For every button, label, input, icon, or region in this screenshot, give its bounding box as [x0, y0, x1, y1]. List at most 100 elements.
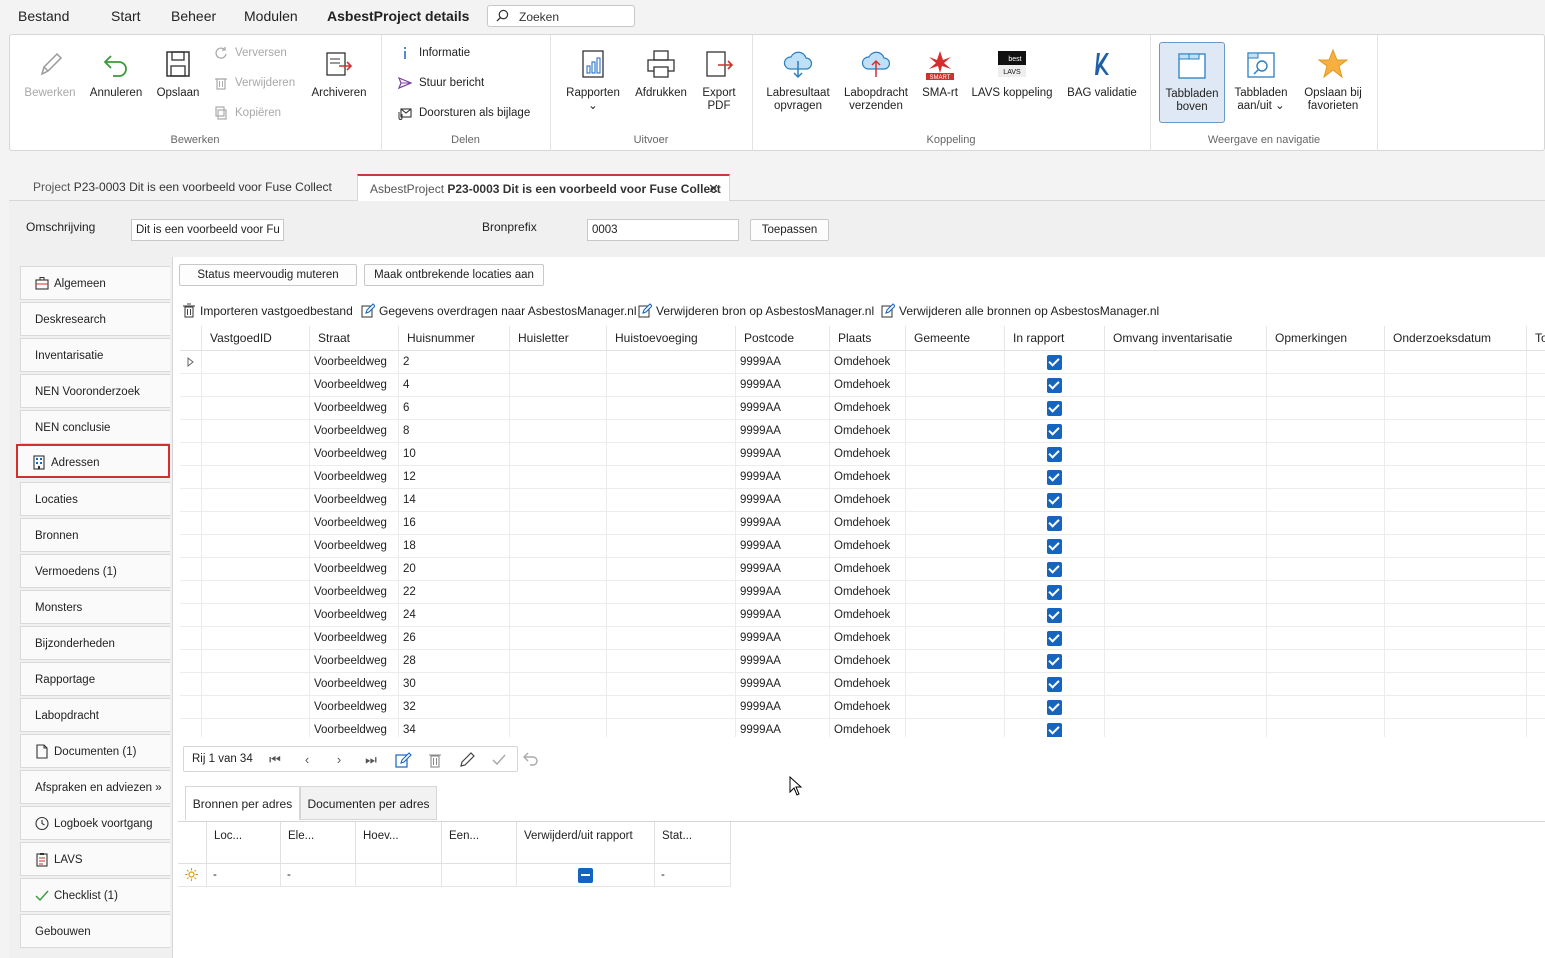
table-cell[interactable]: [202, 719, 310, 737]
checkmark-icon[interactable]: [490, 751, 508, 769]
column-header[interactable]: VastgoedID: [202, 326, 310, 351]
table-cell[interactable]: [906, 420, 1005, 443]
table-cell[interactable]: [906, 535, 1005, 558]
table-cell[interactable]: [510, 558, 607, 581]
table-row[interactable]: Voorbeeldweg 18 9999AA Omdehoek: [180, 535, 1545, 558]
table-cell[interactable]: [607, 719, 736, 737]
table-cell[interactable]: Omdehoek: [830, 581, 906, 604]
row-indicator[interactable]: [180, 673, 202, 696]
table-cell[interactable]: Omdehoek: [830, 374, 906, 397]
table-cell[interactable]: [1105, 466, 1267, 489]
table-cell[interactable]: 2: [399, 351, 510, 374]
table-cell[interactable]: [906, 719, 1005, 737]
nav-item-afspraken-en-adviezen[interactable]: Afspraken en adviezen »: [20, 770, 170, 804]
table-cell[interactable]: Omdehoek: [830, 627, 906, 650]
table-cell[interactable]: [1527, 420, 1545, 443]
table-cell[interactable]: [906, 627, 1005, 650]
in-rapport-checkbox[interactable]: [1047, 585, 1062, 600]
table-cell[interactable]: Voorbeeldweg: [310, 397, 399, 420]
nav-item-bronnen[interactable]: Bronnen: [20, 518, 170, 552]
column-header[interactable]: Omvang inventarisatie: [1105, 326, 1267, 351]
in-rapport-checkbox[interactable]: [1047, 355, 1062, 370]
table-cell[interactable]: -: [655, 864, 731, 887]
table-cell[interactable]: [510, 420, 607, 443]
column-header[interactable]: Plaats: [830, 326, 906, 351]
table-cell[interactable]: 9999AA: [736, 558, 830, 581]
table-cell[interactable]: 9999AA: [736, 420, 830, 443]
table-cell[interactable]: 18: [399, 535, 510, 558]
tab-project[interactable]: Project P23-0003 Dit is een voorbeeld vo…: [20, 174, 350, 201]
table-cell[interactable]: [1105, 512, 1267, 535]
table-cell[interactable]: [1005, 558, 1105, 581]
row-indicator[interactable]: [180, 512, 202, 535]
nav-item-gebouwen[interactable]: Gebouwen: [20, 914, 170, 948]
table-cell[interactable]: [607, 374, 736, 397]
table-cell[interactable]: [1385, 443, 1527, 466]
table-cell[interactable]: 9999AA: [736, 535, 830, 558]
table-cell[interactable]: Omdehoek: [830, 443, 906, 466]
in-rapport-checkbox[interactable]: [1047, 631, 1062, 646]
table-cell[interactable]: Omdehoek: [830, 558, 906, 581]
table-cell[interactable]: [510, 374, 607, 397]
nav-item-rapportage[interactable]: Rapportage: [20, 662, 170, 696]
table-cell[interactable]: [510, 627, 607, 650]
table-cell[interactable]: [510, 397, 607, 420]
table-cell[interactable]: [607, 627, 736, 650]
table-cell[interactable]: 9999AA: [736, 351, 830, 374]
table-cell[interactable]: [607, 558, 736, 581]
table-cell[interactable]: Omdehoek: [830, 397, 906, 420]
table-cell[interactable]: [510, 443, 607, 466]
table-row[interactable]: Voorbeeldweg 14 9999AA Omdehoek: [180, 489, 1545, 512]
table-cell[interactable]: [607, 351, 736, 374]
column-header[interactable]: Hoev...: [356, 822, 442, 864]
row-indicator[interactable]: [180, 443, 202, 466]
undo-icon[interactable]: [522, 750, 540, 768]
tab-asbestproject[interactable]: AsbestProject P23-0003 Dit is een voorbe…: [357, 174, 730, 201]
export-pdf-button[interactable]: Export PDF: [698, 47, 740, 113]
column-header[interactable]: Een...: [442, 822, 517, 864]
table-cell[interactable]: [202, 581, 310, 604]
table-row[interactable]: Voorbeeldweg 8 9999AA Omdehoek: [180, 420, 1545, 443]
in-rapport-checkbox[interactable]: [1047, 539, 1062, 554]
row-indicator[interactable]: [180, 719, 202, 737]
table-cell[interactable]: Omdehoek: [830, 351, 906, 374]
table-cell[interactable]: [202, 650, 310, 673]
column-header[interactable]: Ele...: [281, 822, 356, 864]
table-cell[interactable]: Omdehoek: [830, 466, 906, 489]
table-cell[interactable]: [510, 719, 607, 737]
table-cell[interactable]: [906, 696, 1005, 719]
table-cell[interactable]: [1005, 374, 1105, 397]
table-cell[interactable]: [202, 627, 310, 650]
table-cell[interactable]: [1005, 351, 1105, 374]
maak-locaties-button[interactable]: Maak ontbrekende locaties aan: [364, 264, 544, 286]
table-cell[interactable]: [1527, 489, 1545, 512]
table-cell[interactable]: [1385, 489, 1527, 512]
table-row[interactable]: Voorbeeldweg 34 9999AA Omdehoek: [180, 719, 1545, 737]
table-cell[interactable]: [1267, 581, 1385, 604]
table-cell[interactable]: Omdehoek: [830, 420, 906, 443]
table-cell[interactable]: [607, 650, 736, 673]
table-cell[interactable]: 6: [399, 397, 510, 420]
table-cell[interactable]: [1105, 558, 1267, 581]
sma-rt-button[interactable]: SMART SMA-rt: [916, 47, 964, 100]
table-cell[interactable]: [1385, 351, 1527, 374]
table-cell[interactable]: Voorbeeldweg: [310, 512, 399, 535]
column-header[interactable]: In rapport: [1005, 326, 1105, 351]
table-cell[interactable]: [1005, 650, 1105, 673]
table-cell[interactable]: [1527, 627, 1545, 650]
table-row[interactable]: Voorbeeldweg 6 9999AA Omdehoek: [180, 397, 1545, 420]
table-row[interactable]: Voorbeeldweg 32 9999AA Omdehoek: [180, 696, 1545, 719]
table-cell[interactable]: 20: [399, 558, 510, 581]
in-rapport-checkbox[interactable]: [1047, 424, 1062, 439]
table-cell[interactable]: Voorbeeldweg: [310, 581, 399, 604]
menu-start[interactable]: Start: [111, 8, 141, 24]
toepassen-button[interactable]: Toepassen: [750, 219, 829, 241]
table-cell[interactable]: [1105, 535, 1267, 558]
table-cell[interactable]: [1005, 420, 1105, 443]
table-cell[interactable]: [1267, 420, 1385, 443]
table-cell[interactable]: [1527, 650, 1545, 673]
nav-item-bijzonderheden[interactable]: Bijzonderheden: [20, 626, 170, 660]
tabbladen-aan-uit-button[interactable]: Tabbladen aan/uit ⌄: [1230, 47, 1292, 113]
table-cell[interactable]: [202, 351, 310, 374]
table-cell[interactable]: 9999AA: [736, 650, 830, 673]
